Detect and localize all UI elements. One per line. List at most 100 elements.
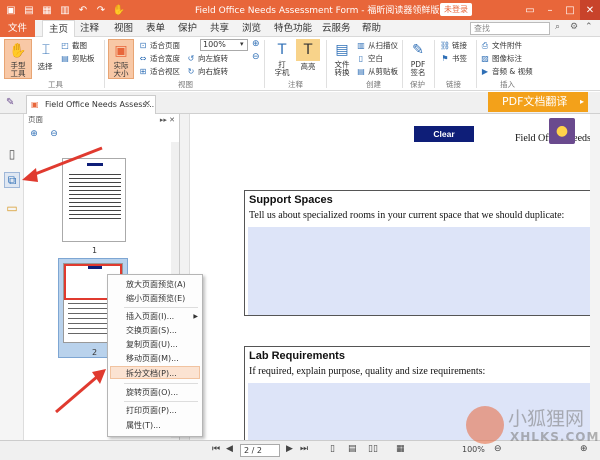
menu-item-insert-pages[interactable]: 插入页面(I)... [126,311,174,322]
tab-view[interactable]: 视图 [114,20,133,37]
clear-button[interactable]: Clear [414,126,474,142]
rotate-right-button[interactable]: ↻ 向右旋转 [186,66,228,77]
view-mode-facing-icon[interactable]: ▯▯ [368,444,378,454]
actual-size-button[interactable]: ▣ 实际 大小 [108,39,134,79]
maximize-icon[interactable]: □ [560,0,580,20]
bookmark-button[interactable]: ⚑ 书签 [440,53,467,64]
fit-width-button[interactable]: ⇔ 适合宽度 [138,53,180,64]
last-page-icon[interactable]: ⏭ [300,444,308,454]
menu-item-print-pages[interactable]: 打印页面(P)... [126,405,177,416]
page-number-2: 2 [92,348,98,357]
typewriter-button[interactable]: T 打 字机 [270,39,294,77]
watermark-main-text: 小狐狸网 [508,408,585,430]
close-tab-icon[interactable]: × [143,96,151,113]
hand-icon[interactable]: ✋ [112,3,126,17]
ribbon-separator [434,40,435,88]
file-attach-button[interactable]: ⎙ 文件附件 [480,40,522,51]
document-tab[interactable]: ▣ Field Office Needs Assess... × [26,95,156,114]
from-clipboard-button[interactable]: ▤ 从剪贴板 [356,66,398,77]
save-icon[interactable]: ▦ [40,3,54,17]
screenshot-button[interactable]: ◰ 截图 [60,40,87,51]
tab-file[interactable]: 文件 [0,20,36,37]
collapse-ribbon-icon[interactable]: ⌃ [585,22,593,32]
minimize-icon[interactable]: – [540,0,560,20]
lightbulb-icon[interactable]: ● [549,118,575,144]
image-icon: ▨ [481,54,489,63]
panel-controls-icon[interactable]: ▸▸ ✕ [160,114,175,126]
hand-tool-label: 手型 工具 [10,61,26,78]
file-convert-label: 文件 转换 [334,60,350,77]
pages-panel-icon[interactable]: ⧉ [4,172,20,188]
zoom-in-icon[interactable]: ⊕ [252,39,260,49]
view-mode-continuous-icon[interactable]: ▤ [348,444,357,454]
zoom-in-page-icon[interactable]: ⊕ [28,128,40,140]
pdf-sign-button[interactable]: ✎ PDF 签名 [406,39,430,77]
fit-page-button[interactable]: ⊡ 适合页面 [138,40,180,51]
select-button[interactable]: ⌶ 选择 [34,39,56,72]
chevron-down-icon[interactable]: ▾ [240,40,244,48]
section-text: If required, explain purpose, quality an… [249,366,486,377]
hand-tool-icon: ✋ [9,43,27,59]
menu-item-swap-pages[interactable]: 交换页面(S)... [126,325,177,336]
view-group-label: 视图 [178,80,193,89]
page-number-input[interactable]: 2 / 2 [240,444,280,457]
view-mode-single-icon[interactable]: ▯ [330,444,335,454]
print-icon[interactable]: ▥ [58,3,72,17]
open-icon[interactable]: ▤ [22,3,36,17]
from-scanner-button[interactable]: ▥ 从扫描仪 [356,40,398,51]
search-icon[interactable]: ⌕ [555,22,560,32]
close-icon[interactable]: ✕ [580,0,600,20]
menu-item-move-pages[interactable]: 移动页面(M)... [126,353,179,364]
menu-item-properties[interactable]: 属性(T)... [126,420,161,431]
hand-tool-button[interactable]: ✋ 手型 工具 [4,39,32,79]
highlight-icon: T [296,39,320,61]
menu-item-zoom-out-preview[interactable]: 缩小页面预览(E) [126,293,185,304]
tab-share[interactable]: 共享 [210,20,229,37]
highlight-button[interactable]: T 高亮 [296,39,320,72]
comments-panel-icon[interactable]: ▭ [4,200,20,216]
fit-visible-button[interactable]: ⊞ 适合视区 [138,66,180,77]
typewriter-icon: T [277,42,287,58]
new-tab-icon[interactable]: ✎ [6,97,14,108]
next-page-icon[interactable]: ▶ [286,444,293,454]
prev-page-icon[interactable]: ◀ [226,444,233,454]
view-mode-cover-icon[interactable]: ▦ [396,444,405,454]
tab-form[interactable]: 表单 [146,20,165,37]
blank-button[interactable]: ▯ 空白 [356,53,383,64]
zoom-out-icon[interactable]: ⊖ [252,52,260,62]
attachment-icon: ⎙ [481,40,489,50]
rotate-left-button[interactable]: ↺ 向左旋转 [186,53,228,64]
menu-item-rotate-pages[interactable]: 旋转页面(O)... [126,387,178,398]
tab-protect[interactable]: 保护 [178,20,197,37]
restore-icon[interactable]: ▭ [520,0,540,20]
audio-video-button[interactable]: ▶ 音频 & 视频 [480,66,533,77]
image-annot-button[interactable]: ▨ 图像标注 [480,53,522,64]
tab-help[interactable]: 帮助 [362,20,381,37]
pdf-translate-button[interactable]: PDF文档翻译 ▸ [488,92,588,112]
menu-item-split-document[interactable]: 拆分文档(P)... [126,368,177,379]
tab-cloud[interactable]: 云服务 [322,20,351,37]
file-convert-button[interactable]: ▤ 文件 转换 [330,39,354,77]
link-button[interactable]: ⛓ 链接 [440,40,467,51]
menu-item-zoom-in-preview[interactable]: 放大页面预览(A) [126,279,186,290]
redo-icon[interactable]: ↷ [94,3,108,17]
tab-browse[interactable]: 浏览 [242,20,261,37]
tab-home[interactable]: 主页 [42,20,76,37]
support-spaces-field[interactable] [248,227,599,315]
clipboard-icon: ▤ [61,54,69,63]
links-group-label: 链接 [446,80,461,89]
zoom-out-page-icon[interactable]: ⊖ [48,128,60,140]
page-thumbnail-1[interactable] [62,158,126,242]
login-button[interactable]: 未登录 [440,3,472,16]
tab-comment[interactable]: 注释 [80,20,99,37]
document-scrollbar[interactable] [590,114,600,440]
search-input[interactable]: 查找 [470,22,550,35]
tab-features[interactable]: 特色功能 [274,20,312,37]
first-page-icon[interactable]: ⏮ [212,444,220,454]
menu-item-copy-pages[interactable]: 复制页面(U)... [126,339,178,350]
bookmarks-panel-icon[interactable]: ▯ [4,146,20,162]
clipboard-button[interactable]: ▤ 剪贴板 [60,53,94,64]
panel-title: 页面 [28,115,43,124]
settings-icon[interactable]: ⚙ [570,22,578,32]
undo-icon[interactable]: ↶ [76,3,90,17]
